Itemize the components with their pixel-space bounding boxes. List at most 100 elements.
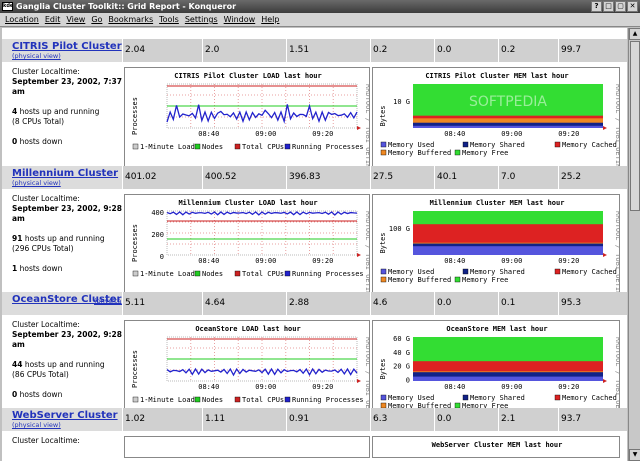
localtime-label: Cluster Localtime: [12, 194, 80, 203]
legend-swatch [454, 149, 461, 156]
menu-window[interactable]: Window [224, 13, 256, 26]
mem-graph[interactable]: Millennium Cluster MEM last hour RRDTOOL … [372, 194, 620, 294]
y-axis-label: Processes [131, 224, 139, 262]
plot-area [166, 83, 358, 129]
cluster-name-link[interactable]: WebServer Cluster [12, 410, 118, 421]
legend-label: Memory Free [462, 149, 508, 157]
graph-title: OceanStore LOAD last hour [195, 325, 300, 333]
mem-graph[interactable]: WebServer Cluster MEM last hour [372, 436, 620, 458]
cluster-metric-value: 0.2 [370, 39, 434, 62]
menu-location[interactable]: Location [5, 13, 39, 26]
x-tick-label: 09:20 [558, 257, 579, 265]
hosts-down-line: 0 hosts down [12, 137, 122, 147]
legend-swatch [132, 396, 139, 403]
maximize-window-button[interactable]: ▢ [615, 1, 626, 12]
menu-go[interactable]: Go [91, 13, 102, 26]
cluster-metric-value: 0.91 [286, 408, 370, 431]
cluster-metric-value: 2.88 [286, 292, 370, 315]
legend-label: Memory Buffered [388, 149, 451, 157]
legend-swatch [462, 394, 469, 401]
graph-legend: 1-Minute Load Nodes Total CPUs Running Proc… [132, 270, 364, 278]
physical-view-link[interactable]: (physical view) [12, 52, 61, 60]
load-graph[interactable]: Millennium Cluster LOAD last hour RRDTOOL… [124, 194, 370, 294]
load-graph[interactable]: CITRIS Pilot Cluster LOAD last hour RRDTO… [124, 67, 370, 167]
minimize-window-button[interactable]: □ [603, 1, 614, 12]
cluster-name-link[interactable]: CITRIS Pilot Cluster [12, 41, 122, 52]
legend-label: Memory Used [388, 268, 434, 276]
localtime-value: September 23, 2002, 7:37 am [12, 77, 122, 96]
cluster-metric-value: 1.51 [286, 39, 370, 62]
y-axis-label: Bytes [379, 232, 387, 253]
scroll-down-arrow-icon[interactable]: ▼ [629, 449, 640, 461]
rrdtool-credit: RRDTOOL / TOBI OETIKER [614, 84, 620, 167]
legend-swatch [454, 276, 461, 283]
y-axis-label: Bytes [379, 358, 387, 379]
mem-chart-svg: CITRIS Pilot Cluster MEM last hour RRDTOO… [379, 72, 620, 167]
localtime-label: Cluster Localtime: [12, 67, 80, 76]
hosts-up-count: 44 [12, 360, 23, 369]
hosts-down-text: hosts down [17, 264, 63, 273]
x-tick-label: 08:40 [444, 257, 465, 265]
legend-swatch [554, 268, 561, 275]
axis-arrow-icon [357, 379, 361, 383]
scroll-up-arrow-icon[interactable]: ▲ [629, 28, 640, 40]
load-graph[interactable] [124, 436, 370, 458]
legend-swatch [132, 143, 139, 150]
y-tick-label: 40 G [393, 349, 410, 357]
x-tick-label: 09:20 [312, 383, 333, 391]
cluster-metric-value: 4.64 [202, 292, 286, 315]
legend-label: Memory Cached [562, 141, 617, 149]
legend-swatch [284, 143, 291, 150]
legend-swatch [132, 270, 139, 277]
cluster-header: CITRIS Pilot Cluster (physical view) 2.04 2… [2, 39, 627, 62]
legend-label: Total CPUs [242, 396, 284, 404]
physical-view-link[interactable]: (physical view) [12, 179, 61, 187]
x-tick-label: 09:00 [255, 383, 276, 391]
legend-swatch [462, 268, 469, 275]
legend-swatch [234, 270, 241, 277]
legend-label: Nodes [202, 396, 223, 404]
cluster-header: OceanStore Cluster (physical view) 5.11 4.6… [2, 292, 627, 315]
window-title: Ganglia Cluster Toolkit:: Grid Report - … [16, 2, 237, 11]
cluster-metric-value: 4.6 [370, 292, 434, 315]
cluster-metric-value: 27.5 [370, 166, 434, 189]
axis-arrow-icon [357, 126, 361, 130]
app-icon[interactable]: kde [2, 2, 13, 11]
cluster-metric-value: 1.02 [122, 408, 202, 431]
help-window-button[interactable]: ? [591, 1, 602, 12]
legend-label: Memory Shared [470, 394, 525, 402]
hosts-up-line: 4 hosts up and running [12, 107, 122, 117]
legend-swatch [194, 396, 201, 403]
cluster-section: WebServer Cluster (physical view) 1.02 1.11… [2, 408, 627, 461]
physical-view-link[interactable]: (physical view) [12, 421, 61, 429]
menu-edit[interactable]: Edit [45, 13, 61, 26]
legend-label: Memory Cached [562, 394, 617, 402]
scrollbar-thumb[interactable] [630, 41, 640, 211]
mem-graph[interactable]: OceanStore MEM last hourRRDTOOL / TOBI O… [372, 320, 620, 420]
cpus-total: (8 CPUs Total) [12, 117, 65, 126]
menu-view[interactable]: View [66, 13, 85, 26]
memory-used-area [413, 376, 603, 381]
x-tick-label: 09:20 [312, 130, 333, 138]
menu-bookmarks[interactable]: Bookmarks [108, 13, 153, 26]
axis-arrow-icon [603, 253, 607, 257]
vertical-scrollbar[interactable]: ▲ ▼ [628, 28, 640, 461]
legend-label: Running Processes [292, 396, 364, 404]
cluster-metric-value: 2.04 [122, 39, 202, 62]
menu-help[interactable]: Help [261, 13, 279, 26]
menu-settings[interactable]: Settings [185, 13, 218, 26]
load-graph[interactable]: OceanStore LOAD last hourRRDTOOL / TOBI … [124, 320, 370, 420]
menu-tools[interactable]: Tools [159, 13, 179, 26]
cluster-name-link[interactable]: Millennium Cluster [12, 168, 118, 179]
y-axis-label: Processes [131, 350, 139, 388]
close-window-button[interactable]: ✕ [627, 1, 638, 12]
cluster-metric-value: 25.2 [558, 166, 627, 189]
hosts-down-text: hosts down [17, 390, 63, 399]
legend-swatch [194, 143, 201, 150]
cluster-metric-value: 95.3 [558, 292, 627, 315]
legend-label: Memory Shared [470, 141, 525, 149]
y-tick-label: 10 G [393, 98, 410, 106]
axis-arrow-icon [603, 379, 607, 383]
watermark: SOFTPEDIA [469, 94, 547, 110]
mem-graph[interactable]: CITRIS Pilot Cluster MEM last hour RRDTOO… [372, 67, 620, 167]
